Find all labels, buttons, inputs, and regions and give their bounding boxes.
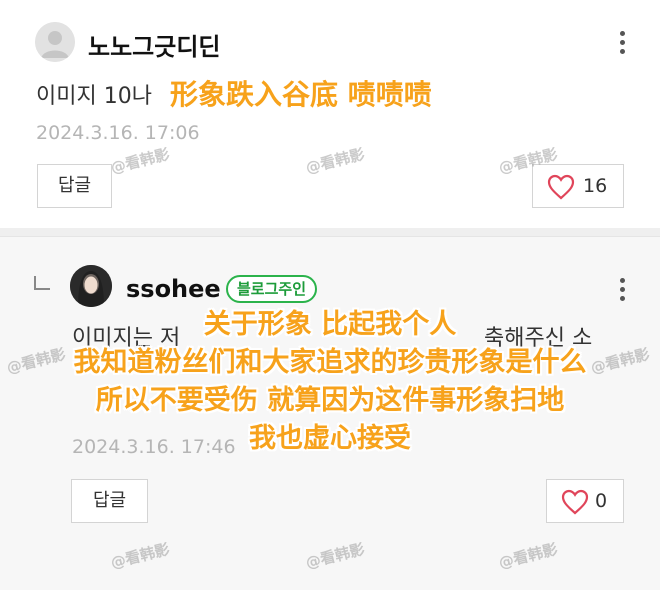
heart-icon (561, 489, 589, 515)
comment-date: 2024.3.16. 17:06 (36, 122, 200, 144)
reply-arrow-icon (34, 276, 50, 290)
like-button[interactable]: 0 (546, 479, 624, 523)
comment-text: 이미지 10나 (36, 84, 152, 109)
subtitle-line: 所以不要受伤 就算因为这件事形象扫地 (95, 385, 565, 416)
like-count: 0 (595, 490, 608, 512)
default-avatar-icon[interactable] (35, 22, 75, 62)
subtitle-overlay: 关于形象 比起我个人 我知道粉丝们和大家追求的珍贵形象是什么 所以不要受伤 就算… (0, 306, 660, 458)
subtitle-line: 我知道粉丝们和大家追求的珍贵形象是什么 (73, 347, 587, 378)
more-vertical-icon[interactable] (617, 31, 627, 57)
comment-divider (0, 228, 660, 236)
heart-icon (547, 174, 575, 200)
comment-item: 노노그긋디딘 이미지 10나 2024.3.16. 17:06 답글 16 (0, 0, 660, 228)
comment-author[interactable]: ssohee (126, 275, 221, 303)
more-vertical-icon[interactable] (617, 278, 627, 304)
caption-overlay: 形象跌入谷底 啧啧啧 (170, 78, 432, 111)
avatar[interactable] (70, 265, 112, 307)
comment-author[interactable]: 노노그긋디딘 (88, 27, 220, 62)
reply-button[interactable]: 답글 (71, 479, 148, 523)
reply-button[interactable]: 답글 (37, 164, 112, 208)
like-count: 16 (583, 175, 608, 197)
owner-badge: 블로그주인 (226, 275, 318, 303)
subtitle-line: 我也虚心接受 (249, 423, 411, 454)
subtitle-line: 关于形象 比起我个人 (203, 309, 457, 340)
like-button[interactable]: 16 (532, 164, 624, 208)
